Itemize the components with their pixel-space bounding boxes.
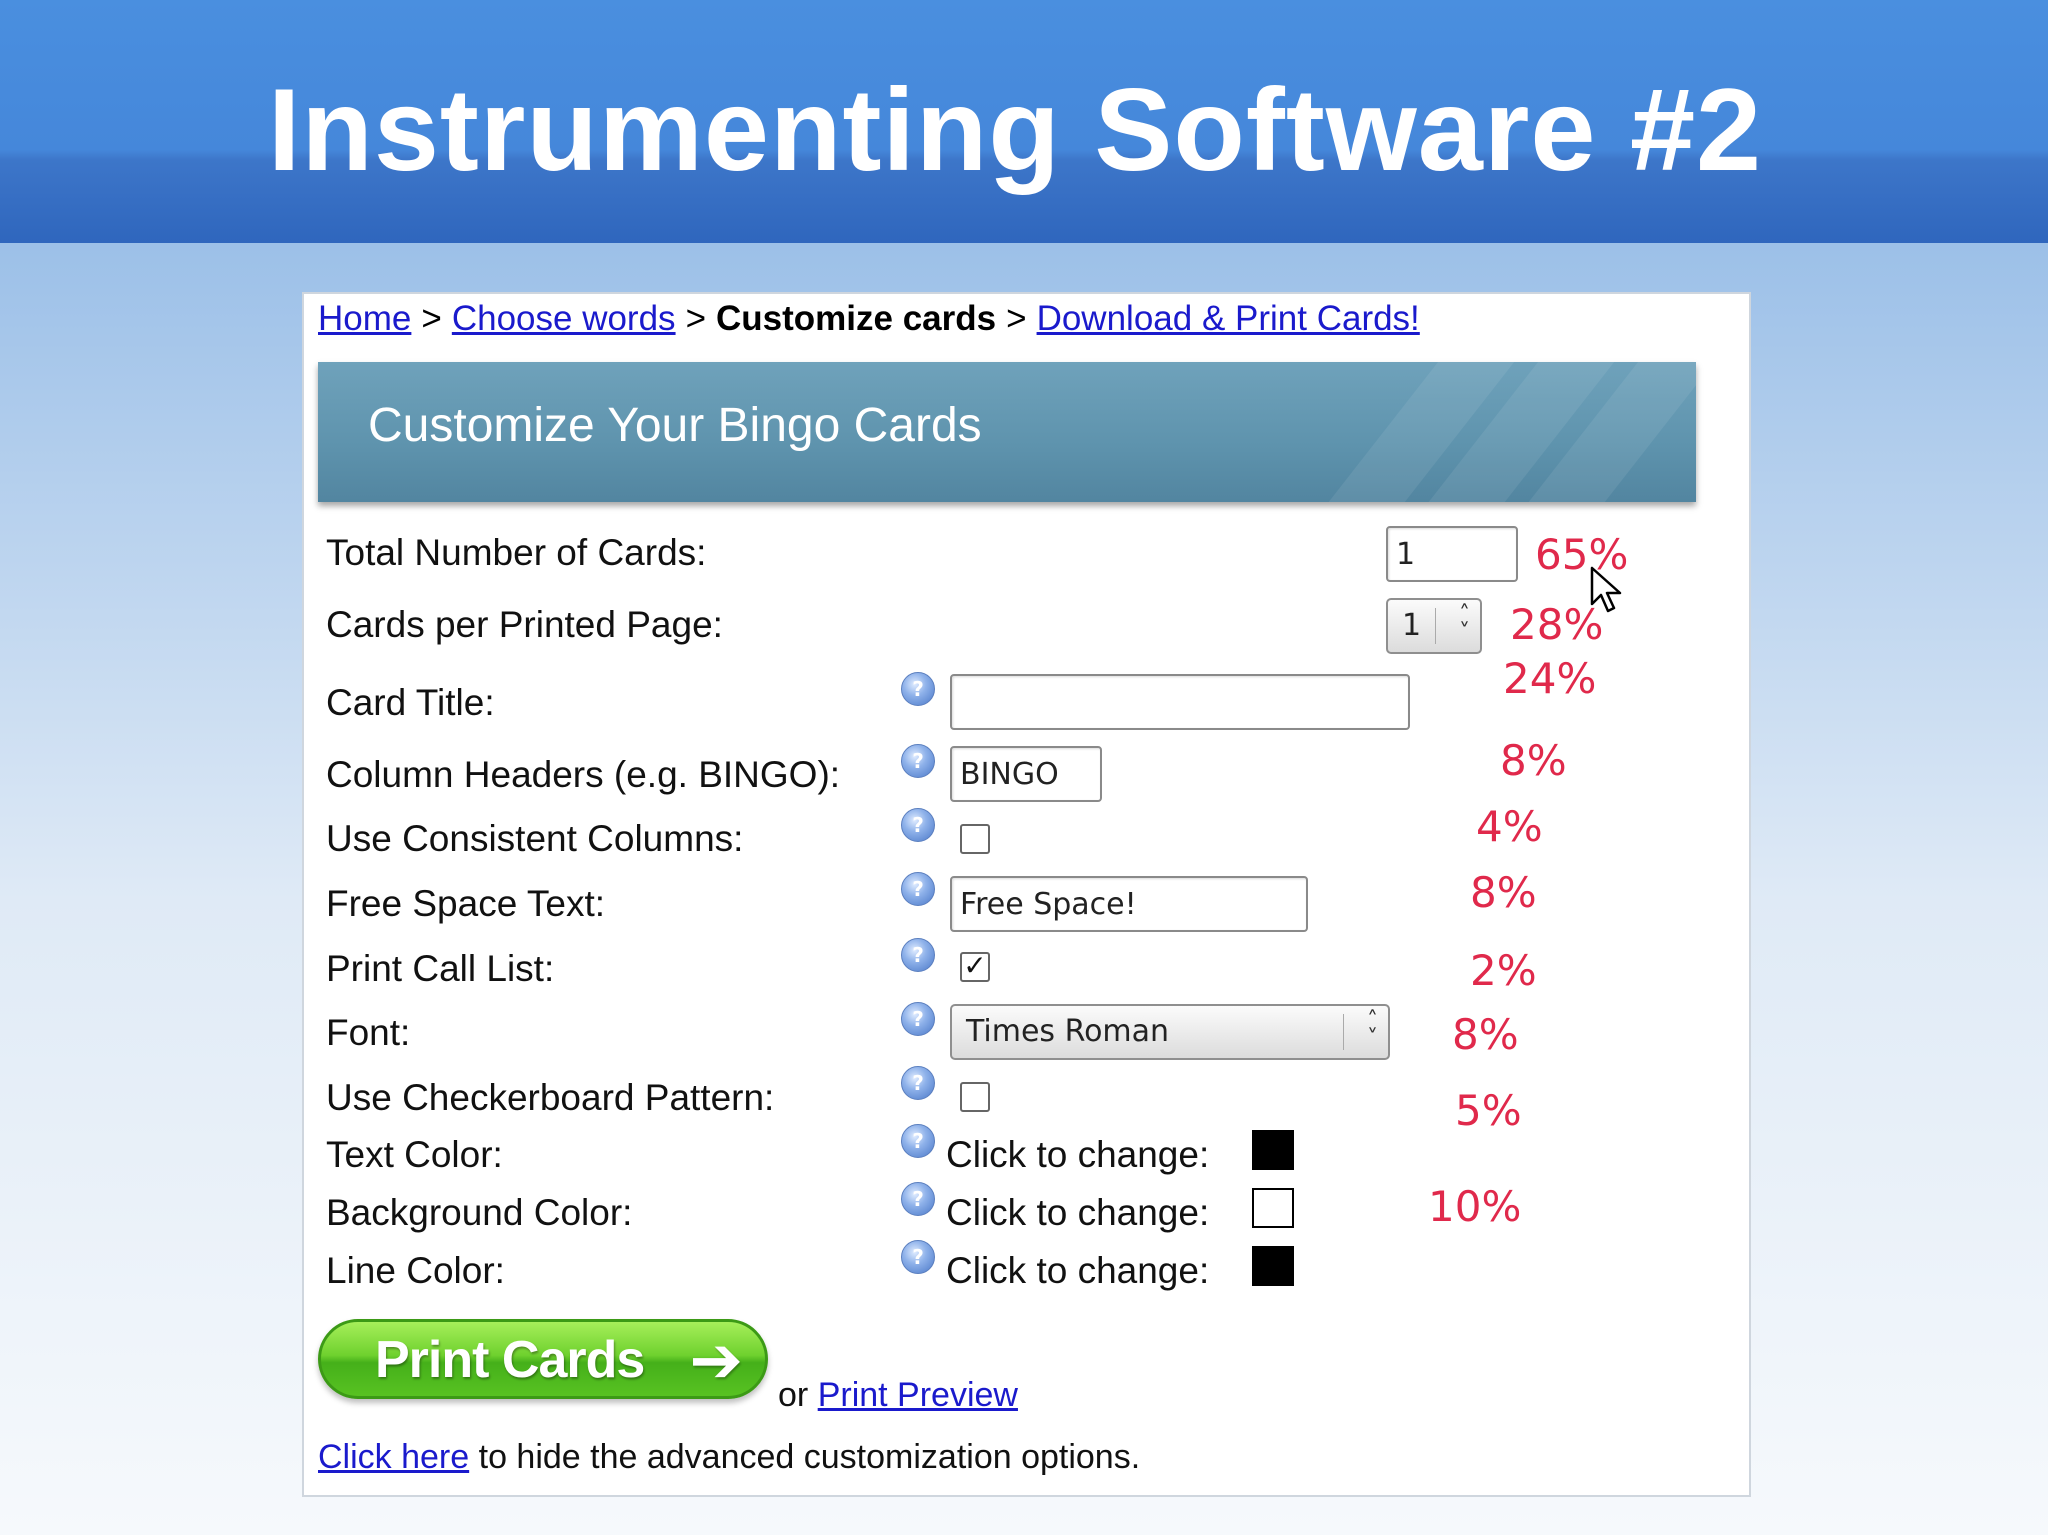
annotation-card-title: 24% — [1503, 654, 1597, 703]
cards-per-page-label: Cards per Printed Page: — [326, 604, 723, 645]
click-here-link[interactable]: Click here — [318, 1438, 469, 1476]
annotation-checkerboard: 5% — [1455, 1086, 1522, 1135]
print-cards-button[interactable]: Print Cards ➔ — [318, 1319, 768, 1399]
background-color-label: Background Color: — [326, 1192, 633, 1233]
card-title-input[interactable] — [950, 674, 1410, 730]
banner-title: Customize Your Bingo Cards — [368, 399, 982, 452]
hide-options-line: Click here to hide the advanced customiz… — [318, 1438, 1140, 1477]
checkerboard-label: Use Checkerboard Pattern: — [326, 1077, 775, 1118]
breadcrumb-choose-words-link[interactable]: Choose words — [452, 299, 676, 338]
help-question-icon[interactable]: ? — [901, 1066, 935, 1100]
print-preview-line: or Print Preview — [778, 1376, 1018, 1415]
checkerboard-checkbox[interactable] — [960, 1082, 990, 1112]
total-cards-label: Total Number of Cards: — [326, 532, 707, 573]
help-question-icon[interactable]: ? — [901, 808, 935, 842]
total-cards-input[interactable] — [1386, 526, 1518, 582]
text-color-label: Text Color: — [326, 1134, 503, 1175]
cards-per-page-value: 1 — [1402, 608, 1422, 643]
background-color-swatch[interactable] — [1252, 1188, 1294, 1228]
line-color-label: Line Color: — [326, 1250, 505, 1291]
free-space-label: Free Space Text: — [326, 883, 606, 924]
print-preview-link[interactable]: Print Preview — [818, 1376, 1018, 1414]
select-divider — [1343, 1014, 1344, 1050]
line-color-swatch[interactable] — [1252, 1246, 1294, 1286]
customize-banner: Customize Your Bingo Cards — [318, 362, 1696, 502]
help-question-icon[interactable]: ? — [901, 872, 935, 906]
arrow-right-icon: ➔ — [689, 1324, 743, 1398]
print-call-list-label: Print Call List: — [326, 948, 555, 989]
breadcrumb-separator: > — [421, 299, 442, 338]
text-color-change-link[interactable]: Click to change: — [946, 1134, 1209, 1176]
print-call-list-checkbox[interactable]: ✓ — [960, 952, 990, 982]
breadcrumb-current: Customize cards — [716, 299, 997, 338]
or-text: or — [778, 1376, 809, 1414]
select-divider — [1435, 608, 1436, 644]
font-label: Font: — [326, 1012, 411, 1053]
breadcrumb-home-link[interactable]: Home — [318, 299, 411, 338]
help-question-icon[interactable]: ? — [901, 938, 935, 972]
annotation-consistent-columns: 4% — [1476, 802, 1543, 851]
card-title-label: Card Title: — [326, 682, 495, 723]
help-question-icon[interactable]: ? — [901, 744, 935, 778]
mouse-pointer-icon — [1590, 566, 1622, 613]
slide-title: Instrumenting Software #2 — [267, 64, 1763, 195]
up-down-chevron-icon: ˄ ˅ — [1459, 602, 1470, 645]
column-headers-label: Column Headers (e.g. BINGO): — [326, 754, 841, 795]
annotation-free-space: 8% — [1470, 868, 1537, 917]
print-cards-label: Print Cards — [375, 1331, 645, 1389]
hide-options-text: to hide the advanced customization optio… — [478, 1438, 1141, 1476]
help-question-icon[interactable]: ? — [901, 1240, 935, 1274]
breadcrumb-separator: > — [685, 299, 707, 338]
annotation-colors: 10% — [1428, 1182, 1522, 1231]
consistent-columns-label: Use Consistent Columns: — [326, 818, 744, 859]
font-select[interactable]: Times Roman ˄ ˅ — [950, 1004, 1390, 1060]
free-space-input[interactable] — [950, 876, 1308, 932]
help-question-icon[interactable]: ? — [901, 1182, 935, 1216]
column-headers-input[interactable] — [950, 746, 1102, 802]
background-color-change-link[interactable]: Click to change: — [946, 1192, 1209, 1234]
breadcrumb: Home > Choose words > Customize cards > Downlo… — [318, 294, 1420, 344]
annotation-font: 8% — [1452, 1010, 1519, 1059]
annotation-print-call-list: 2% — [1470, 946, 1537, 995]
help-question-icon[interactable]: ? — [901, 1002, 935, 1036]
line-color-change-link[interactable]: Click to change: — [946, 1250, 1209, 1292]
up-down-chevron-icon: ˄ ˅ — [1367, 1008, 1378, 1051]
slide-header: Instrumenting Software #2 — [0, 0, 2048, 243]
text-color-swatch[interactable] — [1252, 1130, 1294, 1170]
consistent-columns-checkbox[interactable] — [960, 824, 990, 854]
breadcrumb-download-link[interactable]: Download & Print Cards! — [1037, 299, 1420, 338]
help-question-icon[interactable]: ? — [901, 1124, 935, 1158]
annotation-column-headers: 8% — [1500, 736, 1567, 785]
font-select-value: Times Roman — [966, 1014, 1170, 1049]
help-question-icon[interactable]: ? — [901, 672, 935, 706]
cards-per-page-select[interactable]: 1 ˄ ˅ — [1386, 598, 1482, 654]
breadcrumb-separator: > — [1006, 299, 1027, 338]
